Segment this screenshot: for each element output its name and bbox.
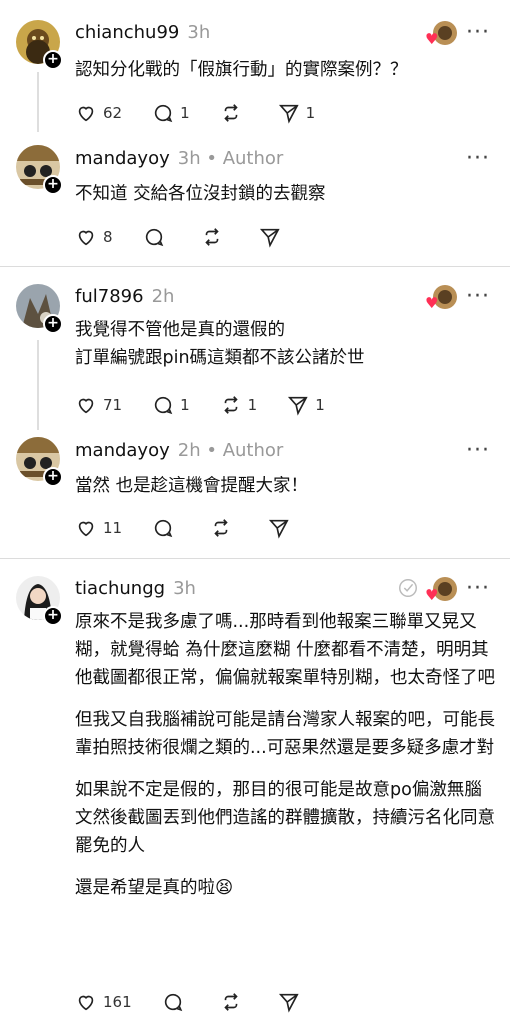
action-bar: 161 bbox=[75, 990, 336, 1014]
thread-3: + tiachungg 3h ♥ ··· 原來不是我多慮了嗎...那時看到他報案三… bbox=[0, 0, 510, 1024]
share-button[interactable] bbox=[278, 991, 306, 1013]
like-button[interactable]: 161 bbox=[75, 991, 132, 1013]
timestamp: 3h bbox=[173, 578, 196, 599]
more-icon[interactable]: ··· bbox=[466, 578, 490, 600]
reply-button[interactable] bbox=[162, 991, 190, 1013]
username[interactable]: tiachungg bbox=[75, 578, 165, 599]
comment-text: 原來不是我多慮了嗎...那時看到他報案三聯單又晃又糊，就覺得蛤 為什麼這麼糊 什… bbox=[75, 608, 495, 916]
heart-icon bbox=[78, 995, 94, 1011]
like-count: 161 bbox=[103, 993, 132, 1011]
paragraph: 如果說不定是假的，那目的很可能是故意po偏激無腦文然後截圖丟到他們造謠的群體擴散… bbox=[75, 780, 495, 856]
send-icon bbox=[278, 993, 299, 1013]
repost-icon bbox=[223, 993, 238, 1011]
comment-header: tiachungg 3h bbox=[75, 578, 196, 599]
paragraph: 還是希望是真的啦😫 bbox=[75, 878, 234, 898]
repost-button[interactable] bbox=[220, 991, 248, 1013]
paragraph: 但我又自我腦補說可能是請台灣家人報案的吧，可能長輩拍照技術很爛之類的...可惡果… bbox=[75, 710, 495, 758]
follow-plus-icon[interactable]: + bbox=[43, 606, 63, 626]
comment-icon bbox=[164, 993, 182, 1012]
paragraph: 原來不是我多慮了嗎...那時看到他報案三聯單又晃又糊，就覺得蛤 為什麼這麼糊 什… bbox=[75, 612, 495, 688]
creator-heart-icon: ♥ bbox=[425, 586, 439, 604]
check-circle-icon bbox=[399, 579, 417, 597]
